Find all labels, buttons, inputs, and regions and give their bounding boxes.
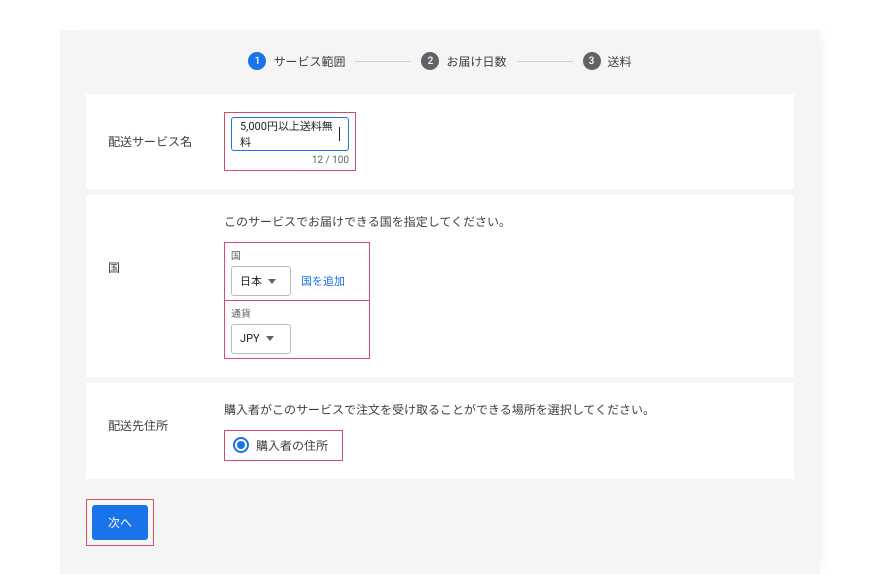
destination-radio-buyer-address[interactable]: 購入者の住所 [231,435,336,456]
step-2-circle: 2 [421,52,439,70]
highlight-annotation: 5,000円以上送料無料 12 / 100 [224,112,356,171]
panel-country: 国 このサービスでお届けできる国を指定してください。 国 日本 国を追加 通貨 [86,195,794,377]
step-line [355,61,411,62]
step-3-circle: 3 [583,52,601,70]
char-count: 12 / 100 [231,155,349,166]
country-field-label: 国 [231,247,363,262]
currency-select[interactable]: JPY [231,324,291,354]
country-select-value: 日本 [240,273,262,289]
chevron-down-icon [266,336,274,341]
step-2[interactable]: 2 お届け日数 [421,52,506,70]
next-button[interactable]: 次へ [92,505,148,540]
highlight-annotation: 次へ [86,499,154,546]
country-select[interactable]: 日本 [231,266,291,296]
panel-destination: 配送先住所 購入者がこのサービスで注文を受け取ることができる場所を選択してくださ… [86,383,794,479]
country-section-label: 国 [108,213,224,276]
destination-radio-label: 購入者の住所 [256,437,328,454]
step-2-label: お届け日数 [446,53,506,70]
chevron-down-icon [268,279,276,284]
highlight-annotation: 国 日本 国を追加 [224,242,370,301]
stepper: 1 サービス範囲 2 お届け日数 3 送料 [86,52,794,70]
step-line [517,61,573,62]
panel-service-name: 配送サービス名 5,000円以上送料無料 12 / 100 [86,94,794,189]
step-1-circle: 1 [248,52,266,70]
service-name-label: 配送サービス名 [108,133,224,150]
step-1-label: サービス範囲 [273,53,345,70]
text-cursor [339,127,340,141]
step-3[interactable]: 3 送料 [583,52,632,70]
add-country-link[interactable]: 国を追加 [301,273,345,289]
destination-hint: 購入者がこのサービスで注文を受け取ることができる場所を選択してください。 [224,401,772,418]
currency-field-label: 通貨 [231,305,363,320]
highlight-annotation: 通貨 JPY [224,300,370,359]
radio-icon [233,437,249,453]
highlight-annotation: 購入者の住所 [224,430,343,461]
currency-select-value: JPY [240,332,260,345]
service-name-input[interactable]: 5,000円以上送料無料 [231,117,349,151]
destination-label: 配送先住所 [108,401,224,434]
service-name-input-value: 5,000円以上送料無料 [240,118,338,150]
step-3-label: 送料 [608,53,632,70]
step-1[interactable]: 1 サービス範囲 [248,52,345,70]
country-hint: このサービスでお届けできる国を指定してください。 [224,213,772,230]
shipping-setup-form: 1 サービス範囲 2 お届け日数 3 送料 配送サービス名 5,000円以上送料… [60,30,820,574]
